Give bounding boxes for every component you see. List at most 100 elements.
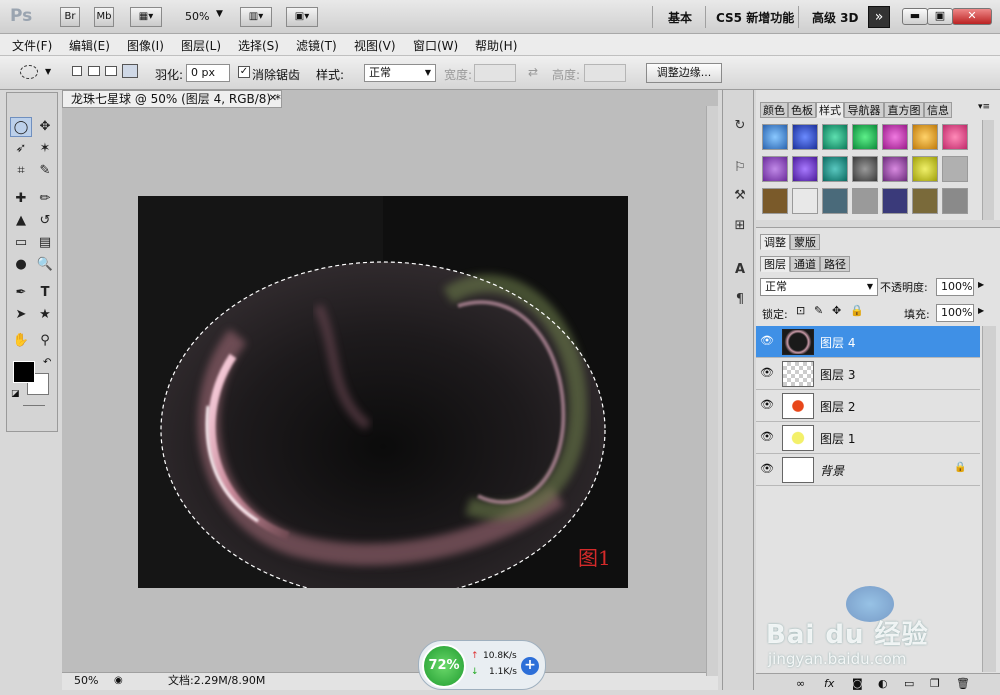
menu-help[interactable]: 帮助(H) <box>475 37 517 54</box>
shape-tool-icon[interactable]: ★ <box>34 305 56 325</box>
gradient-tool-icon[interactable]: ▤ <box>34 233 56 253</box>
tab-info[interactable]: 信息 <box>924 102 952 118</box>
new-layer-icon[interactable]: ❐ <box>930 677 940 690</box>
style-swatch[interactable] <box>852 124 878 150</box>
style-swatch[interactable] <box>822 124 848 150</box>
history-brush-tool-icon[interactable]: ↺ <box>34 211 56 231</box>
lock-transparent-icon[interactable]: ⊡ <box>796 304 805 317</box>
elliptical-marquee-tool-icon[interactable]: ◯ <box>10 117 32 137</box>
style-swatch[interactable] <box>822 188 848 214</box>
status-info-icon[interactable]: ◉ <box>114 673 123 689</box>
tool-presets-icon[interactable]: ⚒ <box>729 186 751 206</box>
refine-edge-button[interactable]: 调整边缘... <box>646 63 722 83</box>
panel-menu-icon[interactable]: ▾≡ <box>978 102 990 112</box>
tab-navigator[interactable]: 导航器 <box>844 102 884 118</box>
clone-source-icon[interactable]: ⊞ <box>729 216 751 236</box>
zoom-dropdown-icon[interactable]: ▼ <box>216 9 223 19</box>
menu-filter[interactable]: 滤镜(T) <box>296 37 337 54</box>
blend-mode-select[interactable]: 正常 ▼ <box>760 278 878 296</box>
close-button[interactable]: ✕ <box>952 8 992 25</box>
preset-dropdown-icon[interactable]: ▼ <box>45 67 51 76</box>
menu-edit[interactable]: 编辑(E) <box>69 37 110 54</box>
plus-icon[interactable]: + <box>521 657 539 675</box>
layer-name[interactable]: 背景 <box>820 462 844 479</box>
tab-close-icon[interactable]: ✕ <box>269 91 277 107</box>
workspace-cs5-new[interactable]: CS5 新增功能 <box>716 9 794 26</box>
status-zoom[interactable]: 50% <box>74 673 98 689</box>
add-selection-icon[interactable] <box>88 66 100 76</box>
tab-histogram[interactable]: 直方图 <box>884 102 924 118</box>
fill-dropdown-icon[interactable]: ▶ <box>978 306 984 315</box>
workspace-basic[interactable]: 基本 <box>668 9 692 26</box>
style-swatch[interactable] <box>792 124 818 150</box>
visibility-eye-icon[interactable]: 👁 <box>760 462 774 476</box>
clone-stamp-tool-icon[interactable]: ▲ <box>10 211 32 231</box>
minimize-button[interactable]: ▬ <box>902 8 928 25</box>
screen-mode-button[interactable]: ▣▾ <box>286 7 318 27</box>
blur-tool-icon[interactable]: ● <box>10 255 32 275</box>
magic-wand-tool-icon[interactable]: ✶ <box>34 139 56 159</box>
bridge-button[interactable]: Br <box>60 7 80 27</box>
visibility-eye-icon[interactable]: 👁 <box>760 430 774 444</box>
workspace-advanced-3d[interactable]: 高级 3D <box>812 9 859 26</box>
menu-image[interactable]: 图像(I) <box>127 37 164 54</box>
style-swatch[interactable] <box>942 188 968 214</box>
subtract-selection-icon[interactable] <box>105 66 117 76</box>
marquee-preset-icon[interactable] <box>20 65 38 79</box>
style-swatch[interactable] <box>942 124 968 150</box>
style-swatch[interactable] <box>942 156 968 182</box>
visibility-eye-icon[interactable]: 👁 <box>760 334 774 348</box>
brush-tool-icon[interactable]: ✏ <box>34 189 56 209</box>
visibility-eye-icon[interactable]: 👁 <box>760 366 774 380</box>
style-swatch[interactable] <box>912 188 938 214</box>
adjustment-layer-icon[interactable]: ◐ <box>878 677 888 690</box>
zoom-level[interactable]: 50% <box>185 10 209 23</box>
tab-styles[interactable]: 样式 <box>816 102 844 118</box>
default-colors-icon[interactable]: ◪ <box>11 389 20 399</box>
layer-name[interactable]: 图层 3 <box>820 366 855 383</box>
layer-style-icon[interactable]: fx <box>824 677 834 690</box>
style-swatch[interactable] <box>762 156 788 182</box>
quick-mask-icon[interactable] <box>23 405 45 415</box>
style-swatch[interactable] <box>762 124 788 150</box>
style-swatch[interactable] <box>822 156 848 182</box>
style-swatch[interactable] <box>852 156 878 182</box>
lock-image-icon[interactable]: ✎ <box>814 304 823 317</box>
eraser-tool-icon[interactable]: ▭ <box>10 233 32 253</box>
type-tool-icon[interactable]: T <box>34 283 56 303</box>
path-selection-tool-icon[interactable]: ➤ <box>10 305 32 325</box>
history-panel-icon[interactable]: ↻ <box>729 116 751 136</box>
document-tab[interactable]: 龙珠七星球 @ 50% (图层 4, RGB/8) * ✕ <box>62 90 282 108</box>
opacity-input[interactable]: 100% <box>936 278 974 296</box>
menu-file[interactable]: 文件(F) <box>12 37 52 54</box>
new-selection-icon[interactable] <box>72 66 82 76</box>
zoom-tool-icon[interactable]: ⚲ <box>34 331 56 351</box>
swap-colors-icon[interactable]: ↶ <box>43 357 51 368</box>
more-workspaces-button[interactable]: » <box>868 6 890 28</box>
fill-input[interactable]: 100% <box>936 304 974 322</box>
pen-tool-icon[interactable]: ✒ <box>10 283 32 303</box>
delete-layer-icon[interactable]: 🗑 <box>956 677 970 690</box>
style-select[interactable]: 正常 ▼ <box>364 64 436 82</box>
link-layers-icon[interactable]: ∞ <box>796 677 805 690</box>
antialias-checkbox[interactable]: ✓ <box>238 66 250 78</box>
layer-row[interactable]: 👁 图层 3 <box>756 358 980 390</box>
layer-row[interactable]: 👁 图层 1 <box>756 422 980 454</box>
move-tool-icon[interactable]: ✥ <box>34 117 56 137</box>
lasso-tool-icon[interactable]: ➶ <box>10 139 32 159</box>
layer-name[interactable]: 图层 4 <box>820 334 855 351</box>
tab-color[interactable]: 颜色 <box>760 102 788 118</box>
feather-input[interactable]: 0 px <box>186 64 230 82</box>
vertical-scrollbar[interactable] <box>706 106 718 676</box>
character-panel-icon[interactable]: A <box>729 260 751 280</box>
maximize-button[interactable]: ▣ <box>927 8 953 25</box>
healing-brush-tool-icon[interactable]: ✚ <box>10 189 32 209</box>
lock-all-icon[interactable]: 🔒 <box>850 304 864 317</box>
tab-paths[interactable]: 路径 <box>820 256 850 272</box>
tab-swatches[interactable]: 色板 <box>788 102 816 118</box>
arrange-documents-button[interactable]: ▥▾ <box>240 7 272 27</box>
layer-row[interactable]: 👁 图层 4 <box>756 326 980 358</box>
style-swatch[interactable] <box>792 188 818 214</box>
opacity-dropdown-icon[interactable]: ▶ <box>978 280 984 289</box>
tab-channels[interactable]: 通道 <box>790 256 820 272</box>
